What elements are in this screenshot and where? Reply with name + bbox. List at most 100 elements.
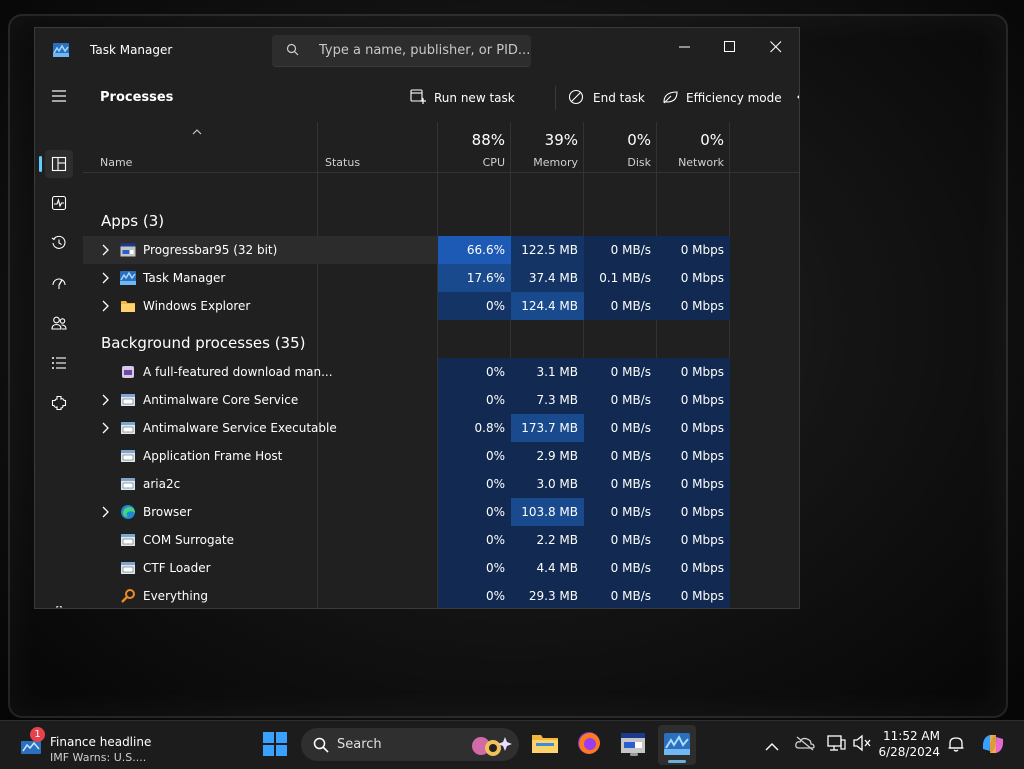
column-header-disk[interactable]: Disk xyxy=(579,156,651,169)
cpu-value: 0% xyxy=(485,365,505,379)
disk-cell: 0 MB/s xyxy=(584,554,657,582)
chevron-right-icon[interactable] xyxy=(101,506,109,518)
process-name: Antimalware Service Executable xyxy=(143,421,337,435)
sort-caret-icon xyxy=(192,129,202,135)
network-value: 0 Mbps xyxy=(680,533,724,547)
window-title: Task Manager xyxy=(90,43,173,57)
active-indicator xyxy=(668,760,686,763)
nav-app-history[interactable] xyxy=(45,229,73,257)
cpu-value: 17.6% xyxy=(466,271,505,285)
table-row[interactable]: Application Frame Host 0% 2.9 MB 0 MB/s 0 Mb… xyxy=(83,442,783,470)
table-row[interactable]: Everything 0% 29.3 MB 0 MB/s 0 Mbps xyxy=(83,582,783,608)
table-row[interactable]: Antimalware Service Executable 0.8% 173.7 … xyxy=(83,414,783,442)
cpu-value: 0% xyxy=(485,449,505,463)
speaker-muted-icon xyxy=(853,734,871,752)
column-header-memory[interactable]: Memory xyxy=(506,156,578,169)
table-row[interactable]: aria2c 0% 3.0 MB 0 MB/s 0 Mbps xyxy=(83,470,783,498)
bell-icon xyxy=(948,737,964,752)
memory-value: 4.4 MB xyxy=(536,561,578,575)
clock-time[interactable]: 11:52 AM xyxy=(880,729,940,743)
cpu-cell: 0% xyxy=(438,582,511,608)
cpu-cell: 0% xyxy=(438,292,511,320)
task-manager-icon xyxy=(120,271,136,285)
network-cell: 0 Mbps xyxy=(657,358,730,386)
process-name: Windows Explorer xyxy=(143,299,251,313)
start-button[interactable] xyxy=(262,731,290,759)
close-button[interactable] xyxy=(753,32,799,62)
table-row[interactable]: A full-featured download man... 0% 3.1 MB 0… xyxy=(83,358,783,386)
services-icon xyxy=(51,395,67,411)
column-header-name[interactable]: Name xyxy=(100,156,132,169)
group-header-background[interactable]: Background processes (35) xyxy=(101,334,306,352)
chevron-right-icon[interactable] xyxy=(101,422,109,434)
copilot-button[interactable] xyxy=(980,731,1008,759)
table-row[interactable]: COM Surrogate 0% 2.2 MB 0 MB/s 0 Mbps xyxy=(83,526,783,554)
disk-cell: 0 MB/s xyxy=(584,582,657,608)
show-hidden-icons-button[interactable] xyxy=(765,737,781,753)
group-header-apps[interactable]: Apps (3) xyxy=(101,212,164,230)
nav-services[interactable] xyxy=(45,389,73,417)
network-value: 0 Mbps xyxy=(680,299,724,313)
network-cell: 0 Mbps xyxy=(657,526,730,554)
news-widget[interactable]: 1 Finance headline IMF Warns: U.S.... xyxy=(14,727,154,764)
nav-settings[interactable] xyxy=(45,598,73,608)
table-row[interactable]: Task Manager 17.6% 37.4 MB 0.1 MB/s 0 Mbps xyxy=(83,264,783,292)
run-new-task-button[interactable]: Run new task xyxy=(410,86,515,110)
table-row[interactable]: CTF Loader 0% 4.4 MB 0 MB/s 0 Mbps xyxy=(83,554,783,582)
chevron-right-icon[interactable] xyxy=(101,244,109,256)
disk-usage-percent[interactable]: 0% xyxy=(579,131,651,149)
memory-value: 124.4 MB xyxy=(521,299,578,313)
process-name: Task Manager xyxy=(143,271,226,285)
cpu-value: 0% xyxy=(485,561,505,575)
disk-cell: 0.1 MB/s xyxy=(584,264,657,292)
notifications-button[interactable] xyxy=(947,735,967,755)
title-bar[interactable]: Task Manager Type a name, publisher, or … xyxy=(35,28,799,74)
disk-value: 0 MB/s xyxy=(610,505,651,519)
nav-processes[interactable] xyxy=(45,150,73,178)
more-ellipsis-icon xyxy=(797,95,799,99)
chevron-right-icon[interactable] xyxy=(101,300,109,312)
network-cell: 0 Mbps xyxy=(657,554,730,582)
chevron-right-icon[interactable] xyxy=(101,394,109,406)
process-name: aria2c xyxy=(143,477,181,491)
nav-details[interactable] xyxy=(45,349,73,377)
search-input[interactable]: Type a name, publisher, or PID... xyxy=(272,35,531,67)
table-row[interactable]: Windows Explorer 0% 124.4 MB 0 MB/s 0 Mbps xyxy=(83,292,783,320)
disk-value: 0 MB/s xyxy=(610,365,651,379)
nav-users[interactable] xyxy=(45,309,73,337)
column-header-status[interactable]: Status xyxy=(325,156,360,169)
minimize-button[interactable] xyxy=(662,32,708,62)
column-header-cpu[interactable]: CPU xyxy=(433,156,505,169)
task-manager-icon xyxy=(664,733,690,755)
network-value: 0 Mbps xyxy=(680,365,724,379)
onedrive-tray-button[interactable] xyxy=(795,735,817,755)
nav-startup-apps[interactable] xyxy=(45,269,73,297)
cpu-value: 0.8% xyxy=(474,421,506,435)
run-task-icon xyxy=(410,89,426,104)
maximize-button[interactable] xyxy=(707,32,753,62)
network-value: 0 Mbps xyxy=(680,589,724,603)
cloud-offline-icon xyxy=(795,736,815,751)
memory-usage-percent[interactable]: 39% xyxy=(506,131,578,149)
nav-performance[interactable] xyxy=(45,189,73,217)
progressbar95-taskbar-button[interactable] xyxy=(620,730,648,758)
more-options-button[interactable] xyxy=(796,86,799,110)
table-row[interactable]: Progressbar95 (32 bit) 66.6% 122.5 MB 0 MB/… xyxy=(83,236,783,264)
network-usage-percent[interactable]: 0% xyxy=(652,131,724,149)
file-explorer-taskbar-button[interactable] xyxy=(531,731,559,759)
efficiency-mode-button[interactable]: Efficiency mode xyxy=(662,86,782,110)
clock-date[interactable]: 6/28/2024 xyxy=(870,745,940,759)
network-tray-button[interactable] xyxy=(826,734,848,754)
cpu-usage-percent[interactable]: 88% xyxy=(433,131,505,149)
table-row[interactable]: Antimalware Core Service 0% 7.3 MB 0 MB/s 0 … xyxy=(83,386,783,414)
column-header-network[interactable]: Network xyxy=(652,156,724,169)
memory-cell: 29.3 MB xyxy=(511,582,584,608)
table-row[interactable]: Browser 0% 103.8 MB 0 MB/s 0 Mbps xyxy=(83,498,783,526)
search-placeholder: Type a name, publisher, or PID... xyxy=(319,43,531,58)
chevron-right-icon[interactable] xyxy=(101,272,109,284)
task-manager-taskbar-button[interactable] xyxy=(658,725,696,765)
end-task-button[interactable]: End task xyxy=(568,86,645,110)
hamburger-menu-button[interactable] xyxy=(45,82,73,110)
firefox-taskbar-button[interactable] xyxy=(576,730,604,758)
taskbar-search-box[interactable]: Search xyxy=(301,728,519,761)
